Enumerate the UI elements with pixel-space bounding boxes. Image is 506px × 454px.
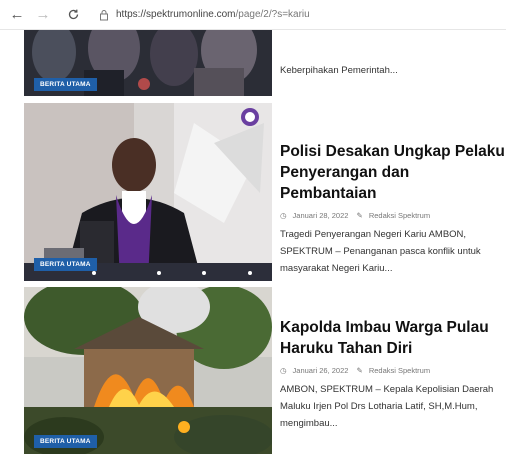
forward-arrow-icon[interactable]: → (32, 4, 54, 26)
article-thumbnail[interactable]: BERITA UTAMA (24, 103, 272, 281)
edit-icon: ✎ (356, 211, 363, 220)
article-thumbnail[interactable]: BERITA UTAMA (24, 30, 272, 96)
address-bar[interactable]: https://spektrumonline.com/page/2/?s=kar… (98, 4, 310, 26)
article-title[interactable]: Kapolda Imbau Warga Pulau Haruku Tahan D… (280, 317, 506, 359)
article-meta: ◷ Januari 26, 2022 ✎ Redaksi Spektrum (280, 366, 506, 375)
article-date: Januari 28, 2022 (292, 211, 349, 220)
article-excerpt: AMBON, SPEKTRUM – Kepala Kepolisian Daer… (280, 384, 494, 429)
article-excerpt: Keberpihakan Pemerintah... (280, 65, 398, 76)
page-info-icon[interactable] (98, 9, 110, 21)
article-card[interactable]: BERITA UTAMA Keberpihakan Pemerintah... (24, 30, 506, 96)
browser-toolbar: ← → https://spektrumonline.com/page/2/?s… (0, 0, 506, 30)
article-date: Januari 26, 2022 (292, 366, 349, 375)
article-meta: ◷ Januari 28, 2022 ✎ Redaksi Spektrum (280, 211, 506, 220)
article-thumbnail[interactable]: BERITA UTAMA (24, 287, 272, 454)
article-title[interactable]: Polisi Desakan Ungkap Pelaku Penyerangan… (280, 141, 506, 204)
category-badge[interactable]: BERITA UTAMA (34, 435, 97, 448)
category-badge[interactable]: BERITA UTAMA (34, 78, 97, 91)
url-text: https://spektrumonline.com/page/2/?s=kar… (116, 9, 310, 20)
back-arrow-icon[interactable]: ← (6, 4, 28, 26)
article-excerpt: Tragedi Penyerangan Negeri Kariu AMBON, … (280, 229, 481, 274)
edit-icon: ✎ (356, 366, 363, 375)
clock-icon: ◷ (280, 366, 287, 375)
category-badge[interactable]: BERITA UTAMA (34, 258, 97, 271)
article-author[interactable]: Redaksi Spektrum (369, 211, 430, 220)
reload-icon[interactable] (62, 4, 84, 26)
clock-icon: ◷ (280, 211, 287, 220)
article-card[interactable]: BERITA UTAMA Polisi Desakan Ungkap Pelak… (24, 103, 506, 281)
article-author[interactable]: Redaksi Spektrum (369, 366, 430, 375)
article-card[interactable]: BERITA UTAMA Kapolda Imbau Warga Pulau H… (24, 287, 506, 454)
